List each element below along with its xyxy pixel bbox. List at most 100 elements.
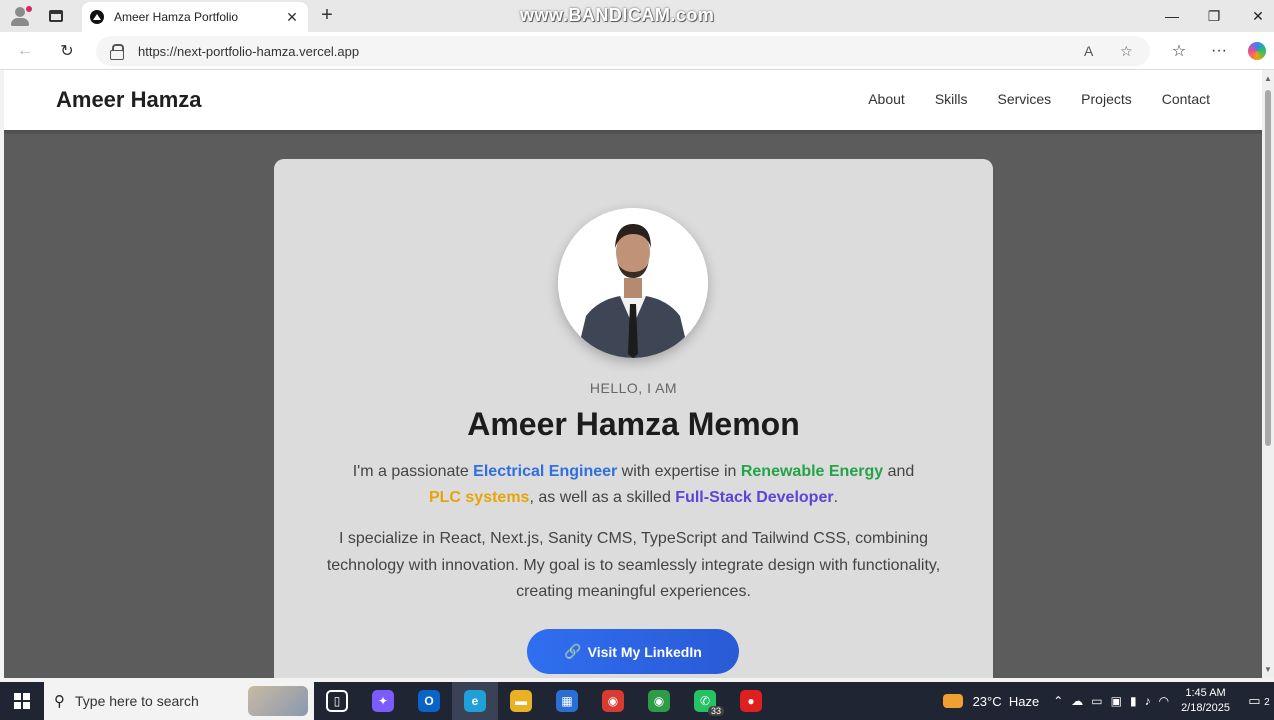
address-bar[interactable]: https://next-portfolio-hamza.vercel.app … — [96, 36, 1150, 66]
taskbar-chrome-icon[interactable]: ◉ — [590, 682, 636, 720]
read-aloud-icon[interactable]: A — [1084, 43, 1093, 59]
highlight-plc-systems: PLC systems — [428, 489, 530, 506]
nav-about[interactable]: About — [868, 91, 905, 107]
display-icon[interactable]: ▣ — [1111, 694, 1122, 708]
intro-text: with expertise in — [617, 463, 741, 480]
battery-icon[interactable]: ▮ — [1130, 694, 1137, 708]
taskbar-copilot-icon[interactable]: ✦ — [360, 682, 406, 720]
site-brand[interactable]: Ameer Hamza — [56, 87, 202, 113]
profile-photo — [558, 208, 708, 358]
url-text[interactable]: https://next-portfolio-hamza.vercel.app — [138, 44, 359, 59]
task-view-icon: ▯ — [326, 690, 348, 712]
copilot-icon[interactable] — [1244, 38, 1270, 64]
notification-icon: ▭ — [1248, 693, 1261, 708]
browser-tab-active[interactable]: Ameer Hamza Portfolio ✕ — [82, 2, 308, 32]
bandicam-icon: ● — [740, 690, 762, 712]
notification-center[interactable]: ▭ 2 — [1244, 693, 1274, 709]
hero-name: Ameer Hamza Memon — [467, 406, 800, 442]
taskbar-store-icon[interactable]: ▦ — [544, 682, 590, 720]
highlight-renewable-energy: Renewable Energy — [740, 463, 884, 480]
close-window-button[interactable]: ✕ — [1236, 0, 1274, 32]
linkedin-button[interactable]: 🔗 Visit My LinkedIn — [527, 629, 739, 674]
volume-icon[interactable]: ♪ — [1145, 694, 1151, 708]
search-icon: ⚲ — [54, 693, 65, 710]
notification-count: 2 — [1264, 697, 1270, 708]
tab-close-icon[interactable]: ✕ — [284, 9, 300, 26]
taskbar-task-view-icon[interactable]: ▯ — [314, 682, 360, 720]
taskbar-bandicam-icon[interactable]: ● — [728, 682, 774, 720]
edge-icon: e — [464, 690, 486, 712]
favorite-star-icon[interactable]: ☆ — [1120, 43, 1133, 60]
intro-text: and — [883, 463, 915, 480]
taskbar-edge-icon[interactable]: e — [452, 682, 498, 720]
profile-icon[interactable] — [0, 0, 40, 32]
site-nav: About Skills Services Projects Contact — [868, 91, 1210, 107]
hero-greeting: HELLO, I AM — [589, 380, 678, 396]
intro-text: I'm a passionate — [352, 463, 474, 480]
chrome-icon: ◉ — [602, 690, 624, 712]
taskbar-apps: ▯ ✦ Oe ▬ ▦ ◉ ◉ ✆ 33 ● — [314, 682, 774, 720]
search-placeholder: Type here to search — [75, 693, 199, 709]
clock-date: 2/18/2025 — [1181, 702, 1230, 714]
lock-icon[interactable] — [110, 44, 124, 60]
highlight-full-stack-developer: Full-Stack Developer — [675, 489, 834, 506]
scrollbar-thumb[interactable] — [1265, 90, 1271, 446]
weather-icon — [942, 694, 963, 708]
weather-temp: 23°C — [972, 693, 1002, 709]
browser-toolbar: ← ↻ https://next-portfolio-hamza.vercel.… — [0, 32, 1274, 70]
taskbar-file-explorer-icon[interactable]: ▬ — [498, 682, 544, 720]
nav-projects[interactable]: Projects — [1081, 91, 1132, 107]
more-options-icon[interactable]: ··· — [1206, 38, 1232, 64]
outlook-icon: O — [418, 690, 440, 712]
scroll-up-icon[interactable]: ▲ — [1264, 74, 1272, 83]
windows-taskbar: ⚲ Type here to search ▯ ✦ Oe ▬ ▦ ◉ ◉ ✆ 33 ● 23°C … — [0, 682, 1274, 720]
web-page: Ameer Hamza About Skills Services Projec… — [4, 70, 1262, 678]
hero-intro: I'm a passionate Electrical Engineer wit… — [314, 459, 953, 511]
show-hidden-icons-icon[interactable]: ⌃ — [1053, 694, 1063, 708]
search-highlight-image — [248, 686, 308, 716]
reload-button[interactable]: ↻ — [54, 38, 80, 64]
page-scrollbar[interactable]: ▲ ▼ — [1262, 70, 1274, 678]
taskbar-whatsapp-icon[interactable]: ✆ 33 — [682, 682, 728, 720]
file-explorer-icon: ▬ — [510, 690, 532, 712]
tablet-icon[interactable]: ▭ — [1091, 694, 1102, 708]
system-tray: 23°C Haze ⌃ ☁ ▭ ▣ ▮ ♪ ◠ 1:45 AM 2/18/202… — [942, 682, 1274, 720]
intro-text: . — [833, 489, 839, 506]
back-button[interactable]: ← — [12, 38, 38, 64]
hero-card: HELLO, I AM Ameer Hamza Memon I'm a pass… — [274, 159, 993, 678]
hero-description: I specialize in React, Next.js, Sanity C… — [326, 530, 941, 600]
tab-actions-icon[interactable] — [40, 0, 72, 32]
nav-skills[interactable]: Skills — [935, 91, 968, 107]
copilot-icon: ✦ — [372, 690, 394, 712]
new-tab-button[interactable]: + — [316, 4, 338, 26]
linkedin-button-label: Visit My LinkedIn — [587, 643, 702, 660]
chrome-profile-icon: ◉ — [648, 690, 670, 712]
windows-logo-icon — [14, 693, 30, 709]
nav-contact[interactable]: Contact — [1162, 91, 1210, 107]
restore-button[interactable]: ❐ — [1192, 0, 1236, 32]
clock-time: 1:45 AM — [1185, 687, 1226, 699]
nav-services[interactable]: Services — [997, 91, 1051, 107]
favorites-icon[interactable]: ☆ — [1166, 38, 1192, 64]
cloud-icon[interactable]: ☁ — [1071, 694, 1083, 708]
intro-text: , as well as a skilled — [529, 489, 676, 506]
bandicam-watermark: www.BANDICAM.com — [520, 5, 715, 25]
scroll-down-icon[interactable]: ▼ — [1264, 665, 1272, 674]
minimize-button[interactable]: — — [1150, 0, 1194, 32]
link-icon: 🔗 — [564, 643, 582, 659]
clock[interactable]: 1:45 AM 2/18/2025 — [1181, 686, 1230, 716]
weather-desc: Haze — [1008, 693, 1040, 709]
start-button[interactable] — [0, 682, 44, 720]
tray-icons: ⌃ ☁ ▭ ▣ ▮ ♪ ◠ — [1053, 694, 1169, 708]
vercel-favicon-icon — [90, 10, 104, 24]
highlight-electrical-engineer: Electrical Engineer — [473, 463, 618, 480]
tab-title: Ameer Hamza Portfolio — [114, 10, 239, 24]
wifi-icon[interactable]: ◠ — [1159, 694, 1169, 708]
taskbar-chrome-profile-icon[interactable]: ◉ — [636, 682, 682, 720]
store-icon: ▦ — [556, 690, 578, 712]
whatsapp-badge: 33 — [707, 706, 724, 716]
weather-widget[interactable]: 23°C Haze — [942, 693, 1040, 709]
taskbar-outlook-icon[interactable]: O — [406, 682, 452, 720]
taskbar-search[interactable]: ⚲ Type here to search — [44, 682, 314, 720]
site-header: Ameer Hamza About Skills Services Projec… — [4, 70, 1262, 130]
